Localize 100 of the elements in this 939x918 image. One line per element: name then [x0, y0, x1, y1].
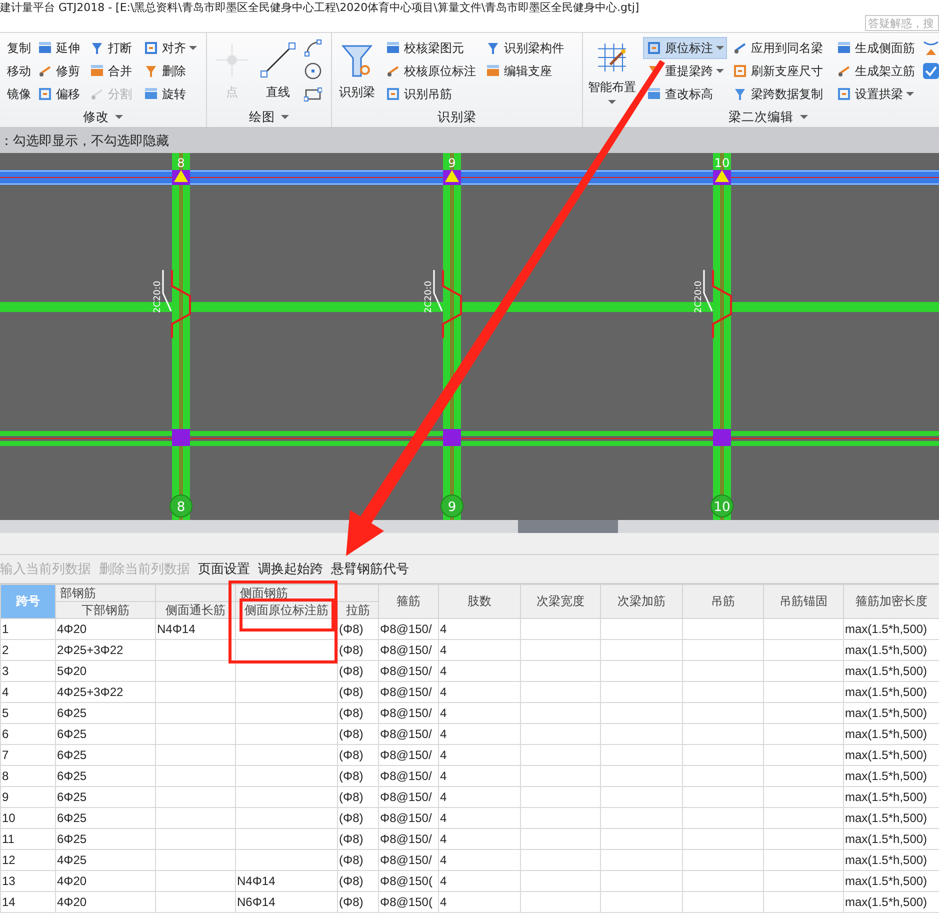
column-header[interactable]: 肢数 — [438, 584, 520, 618]
column-header[interactable]: 箍筋 — [378, 584, 438, 618]
table-cell: (Φ8) — [338, 808, 378, 828]
ribbon-button[interactable]: 合并 — [86, 60, 135, 82]
table-cell: 11 — [0, 828, 56, 850]
group-label: 梁二次编辑 — [728, 108, 794, 126]
table-cell: 6Φ25 — [56, 766, 156, 786]
table-cell: 4 — [438, 828, 520, 850]
ribbon-button[interactable]: 删除 — [140, 60, 189, 82]
table-cell: 1 — [0, 618, 56, 640]
tool-icon — [146, 66, 156, 77]
table-cell: 2Φ25+3Φ22 — [56, 640, 156, 660]
table-cell: 5 — [0, 702, 56, 724]
column-marker — [713, 429, 731, 446]
tool-icon — [648, 88, 660, 99]
ribbon-button[interactable]: 修剪 — [34, 60, 83, 82]
table-cell: Φ8@150/ — [378, 618, 438, 640]
table-cell: (Φ8) — [338, 892, 378, 912]
caret-icon — [189, 46, 197, 50]
rebar-label: 2C20:0 — [424, 280, 434, 313]
ribbon-button[interactable]: 原位标注 — [643, 37, 727, 59]
column-marker — [443, 170, 461, 185]
column-header[interactable]: 吊筋 — [682, 584, 764, 618]
table-cell: 4 — [438, 618, 520, 640]
axis-label: 8 — [176, 500, 186, 515]
column-header[interactable]: 次梁宽度 — [520, 584, 600, 618]
toolbar-link[interactable]: 悬臂钢筋代号 — [331, 560, 409, 578]
ribbon-button[interactable]: 校核原位标注 — [382, 60, 479, 82]
search-field[interactable]: 答疑解惑，搜 — [865, 15, 939, 31]
ribbon-button[interactable]: 应用到同名梁 — [729, 37, 826, 59]
table-cell: 10 — [0, 808, 56, 828]
table-cell: Φ8@150/ — [378, 744, 438, 766]
toolbar-link[interactable]: 调换起始跨 — [258, 560, 323, 578]
axis-marker — [170, 494, 192, 518]
checkbox-icon[interactable] — [922, 62, 939, 80]
table-cell: (Φ8) — [338, 828, 378, 850]
table-cell: 5Φ20 — [56, 660, 156, 682]
axis-label: 10 — [714, 500, 730, 515]
scrollbar-thumb[interactable] — [518, 520, 618, 533]
ribbon-button[interactable]: 识别吊筋 — [382, 83, 455, 105]
table-cell: 4 — [438, 808, 520, 828]
table-cell: (Φ8) — [338, 702, 378, 724]
column-header[interactable]: 下部钢筋 — [56, 602, 156, 618]
table-cell: 4 — [438, 766, 520, 786]
toolbar-link[interactable]: 页面设置 — [198, 560, 250, 578]
ribbon-button[interactable]: 刷新支座尺寸 — [729, 60, 826, 82]
ribbon-button[interactable]: 延伸 — [34, 37, 83, 59]
ribbon-button[interactable]: 直线 — [257, 37, 299, 107]
ribbon-button[interactable]: 生成侧面筋 — [833, 37, 918, 59]
table-cell: 4 — [438, 702, 520, 724]
group-label: 修改 — [83, 108, 109, 126]
ribbon-button[interactable]: 移动 — [4, 60, 34, 82]
table-cell: 4 — [438, 892, 520, 912]
table-cell: 13 — [0, 870, 56, 892]
tool-icon — [91, 89, 103, 100]
ribbon-button[interactable]: 梁跨数据复制 — [729, 83, 826, 105]
column-header[interactable]: 拉筋 — [338, 602, 378, 618]
ribbon-button[interactable]: 查改标高 — [643, 83, 716, 105]
table-cell: N4Φ14 — [156, 618, 236, 640]
table-cell: 4 — [438, 744, 520, 766]
table-cell: 6Φ25 — [56, 828, 156, 850]
table-cell: 6Φ25 — [56, 724, 156, 744]
ribbon-button[interactable]: 偏移 — [34, 83, 83, 105]
table-cell: 4Φ25 — [56, 850, 156, 870]
rebar-symbol — [442, 270, 462, 338]
tool-icon — [91, 65, 103, 76]
ribbon-button[interactable]: 识别梁构件 — [482, 37, 567, 59]
ribbon-button[interactable]: 识别梁 — [336, 37, 378, 107]
table-cell: (Φ8) — [338, 850, 378, 870]
ribbon-button[interactable]: 复制 — [4, 37, 34, 59]
column-header[interactable]: 次梁加筋 — [600, 584, 682, 618]
caret-icon[interactable] — [800, 115, 808, 119]
table-cell: 4 — [438, 850, 520, 870]
column-header[interactable]: 吊筋锚固 — [764, 584, 844, 618]
tool-icon — [648, 42, 660, 54]
ribbon-button[interactable]: 编辑支座 — [482, 60, 555, 82]
ribbon-button[interactable]: 生成架立筋 — [833, 60, 918, 82]
ribbon-button[interactable]: 打断 — [86, 37, 135, 59]
ribbon-button[interactable]: 设置拱梁 — [833, 83, 917, 105]
column-header[interactable]: 箍筋加密长度 — [844, 584, 939, 618]
caret-icon[interactable] — [281, 115, 289, 119]
tool-icon — [145, 42, 157, 54]
circle-icon[interactable] — [304, 62, 322, 80]
table-cell: Φ8@150/ — [378, 640, 438, 660]
ribbon-button[interactable]: 旋转 — [140, 83, 189, 105]
tool-icon — [734, 43, 746, 54]
ribbon-button[interactable]: 镜像 — [4, 83, 34, 105]
rebar-icon[interactable] — [922, 39, 939, 57]
tool-icon — [92, 43, 102, 54]
ribbon-button[interactable]: 校核梁图元 — [382, 37, 467, 59]
table-cell: Φ8@150/ — [378, 828, 438, 850]
caret-icon[interactable] — [115, 115, 123, 119]
arc-icon[interactable] — [304, 39, 322, 57]
hint-text: ：勾选即显示，不勾选即隐藏 — [0, 132, 169, 150]
tool-icon — [487, 65, 499, 76]
ribbon-button[interactable]: 对齐 — [140, 37, 200, 59]
table-cell: N4Φ14 — [236, 870, 338, 892]
rectangle-icon[interactable] — [304, 85, 322, 103]
table-cell: Φ8@150/ — [378, 702, 438, 724]
table-cell: (Φ8) — [338, 724, 378, 744]
